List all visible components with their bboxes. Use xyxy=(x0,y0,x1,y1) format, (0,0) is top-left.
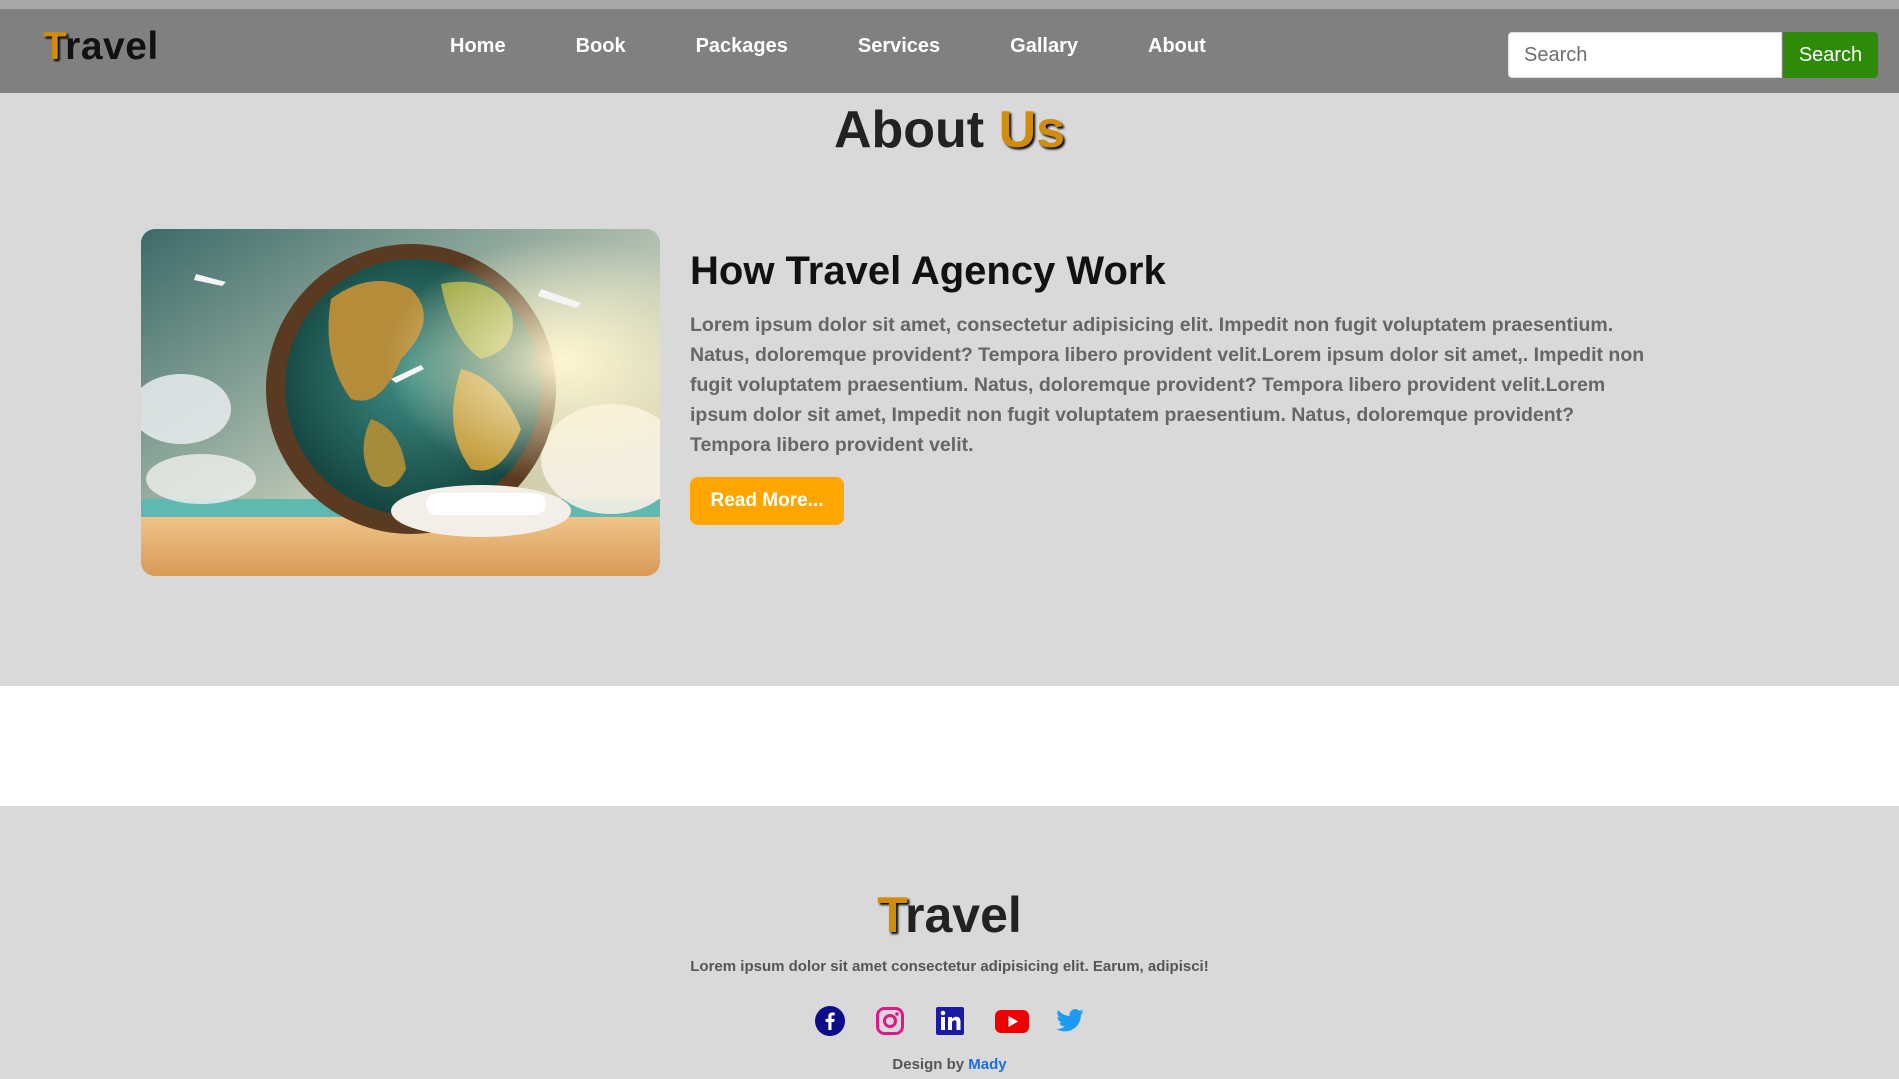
instagram-icon[interactable] xyxy=(875,1006,905,1036)
nav-home-link[interactable]: Home xyxy=(450,35,506,58)
nav-packages-link[interactable]: Packages xyxy=(696,35,788,58)
navbar: Travel Home Book Packages Services Galla… xyxy=(0,9,1899,93)
section-title: About Us xyxy=(0,100,1899,160)
brand-logo-text: ravel xyxy=(65,25,159,68)
search-button[interactable]: Search xyxy=(1783,32,1878,78)
brand-logo[interactable]: Travel xyxy=(43,25,159,69)
brand-logo-initial: T xyxy=(43,25,66,68)
footer-brand-logo: Travel xyxy=(0,886,1899,944)
spacer-band xyxy=(0,686,1899,806)
facebook-icon[interactable] xyxy=(814,1006,845,1036)
about-heading: How Travel Agency Work xyxy=(690,249,1166,293)
youtube-icon[interactable] xyxy=(994,1006,1029,1036)
top-strip xyxy=(0,0,1899,9)
nav-services-link[interactable]: Services xyxy=(858,35,940,58)
about-text: How Travel Agency Work Lorem ipsum dolor… xyxy=(690,249,1650,460)
about-paragraph: Lorem ipsum dolor sit amet, consectetur … xyxy=(690,314,1645,456)
footer-brand-text: ravel xyxy=(905,887,1022,943)
linkedin-icon[interactable] xyxy=(935,1006,965,1036)
globe-travel-image xyxy=(141,229,660,576)
main-nav: Home Book Packages Services Gallary Abou… xyxy=(450,35,1276,58)
credit-prefix: Design by xyxy=(892,1056,969,1073)
social-links xyxy=(0,1006,1899,1036)
footer-brand-initial: T xyxy=(877,887,905,943)
search-input[interactable] xyxy=(1508,32,1782,78)
nav-book-link[interactable]: Book xyxy=(576,35,626,58)
footer: Travel Lorem ipsum dolor sit amet consec… xyxy=(0,806,1899,1079)
nav-about-link[interactable]: About xyxy=(1148,35,1206,58)
about-section: About Us How Travel Agency Work Lorem ip… xyxy=(0,93,1899,686)
credit-author-link[interactable]: Mady xyxy=(968,1056,1006,1073)
twitter-icon[interactable] xyxy=(1055,1006,1085,1036)
nav-gallary-link[interactable]: Gallary xyxy=(1010,35,1078,58)
read-more-button[interactable]: Read More... xyxy=(690,477,844,525)
design-credit: Design by Mady xyxy=(0,1056,1899,1073)
section-title-main: About xyxy=(833,101,999,159)
section-title-accent: Us xyxy=(998,101,1066,159)
footer-tagline: Lorem ipsum dolor sit amet consectetur a… xyxy=(690,958,1209,975)
